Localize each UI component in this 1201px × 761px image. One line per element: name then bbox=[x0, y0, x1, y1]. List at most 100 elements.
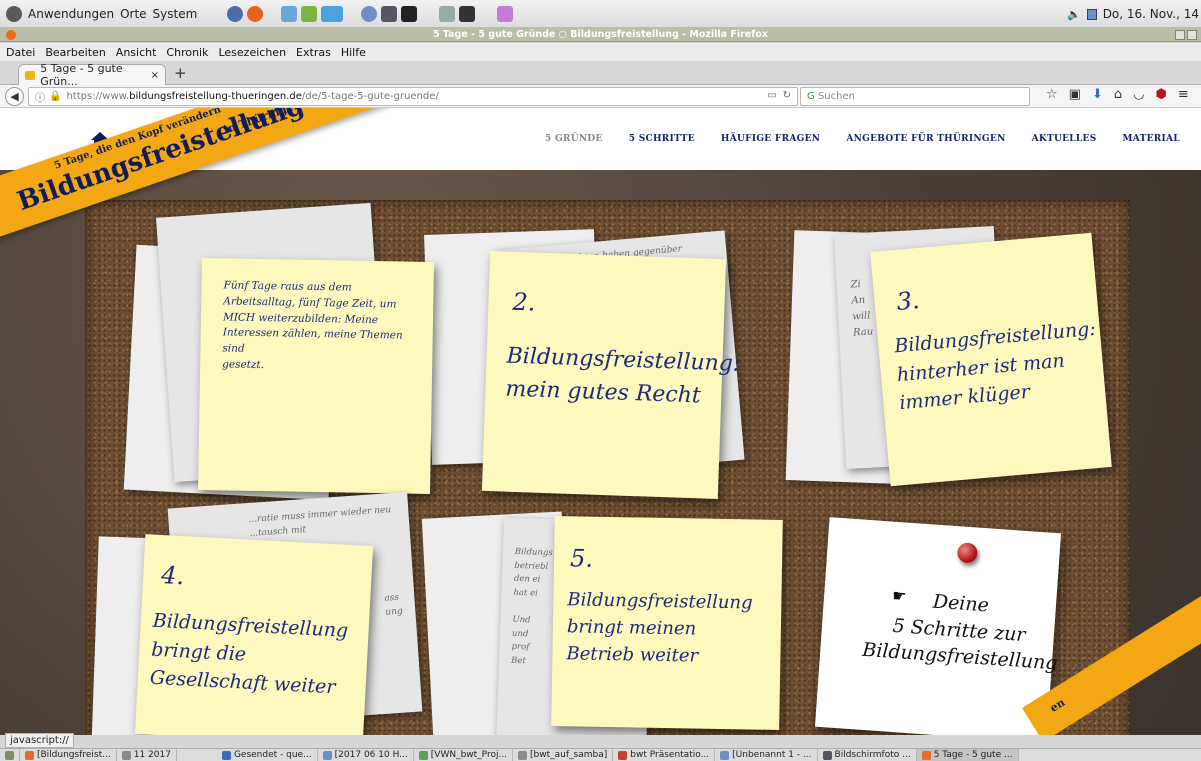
desktop-icon bbox=[5, 750, 14, 760]
url-bar[interactable]: ⓘ 🔒 https://www. bildungsfreistellung-th… bbox=[28, 87, 798, 106]
menu-orte[interactable]: Orte bbox=[120, 7, 146, 21]
minimize-button[interactable] bbox=[1175, 30, 1185, 40]
spreadsheet-launcher-icon[interactable] bbox=[301, 5, 318, 22]
new-tab-button[interactable]: + bbox=[174, 64, 187, 82]
thunderbird-icon bbox=[221, 750, 231, 760]
nav-haeufige-fragen[interactable]: HÄUFIGE FRAGEN bbox=[721, 134, 820, 144]
search-engine-icon[interactable]: G bbox=[807, 91, 815, 102]
taskbar-item-label: [Unbenannt 1 - ... bbox=[732, 750, 812, 760]
folder-icon bbox=[121, 750, 131, 760]
system-panel: Anwendungen Orte System 🔈 Do, 16. Nov., … bbox=[0, 0, 1201, 28]
sticky-note-2[interactable]: 2. Bildungsfreistellung: mein gutes Rech… bbox=[481, 250, 741, 500]
menu-datei[interactable]: Datei bbox=[6, 46, 35, 59]
taskbar-item[interactable]: [VWN_bwt_Proj... bbox=[414, 749, 514, 761]
reload-icon[interactable]: ↻ bbox=[783, 90, 791, 101]
taskbar-item[interactable]: Bildschirmfoto ... bbox=[818, 749, 917, 761]
terminal-launcher-icon[interactable] bbox=[459, 5, 476, 22]
note-4-text: Bildungsfreistellung bringt die Gesellsc… bbox=[149, 609, 349, 699]
menu-ansicht[interactable]: Ansicht bbox=[116, 46, 157, 59]
thunderbird-launcher-icon[interactable] bbox=[227, 5, 244, 22]
launcher-group bbox=[227, 5, 514, 22]
tab-close-icon[interactable]: × bbox=[151, 70, 159, 81]
taskbar-item-label: [2017 06 10 H... bbox=[334, 750, 408, 760]
image-viewer-launcher-icon[interactable] bbox=[281, 5, 298, 22]
desktop: Anwendungen Orte System 🔈 Do, 16. Nov., … bbox=[0, 0, 1201, 761]
url-path: /de/5-tage-5-gute-gruende/ bbox=[301, 91, 439, 102]
nav-material[interactable]: MATERIAL bbox=[1123, 134, 1180, 144]
site-favicon-icon bbox=[25, 70, 36, 80]
folder-icon bbox=[518, 750, 528, 760]
taskbar-item-label: [bwt_auf_samba] bbox=[530, 750, 608, 760]
maximize-button[interactable] bbox=[1187, 30, 1197, 40]
taskbar-item[interactable]: [bwt_auf_samba] bbox=[513, 749, 614, 761]
clock[interactable]: Do, 16. Nov., 14 bbox=[1103, 7, 1199, 21]
clipboard-icon[interactable]: ▣ bbox=[1069, 87, 1081, 102]
reader-view-icon[interactable]: ▭ bbox=[767, 90, 776, 101]
document-icon bbox=[322, 750, 332, 760]
pinboard-background: ...flichten haben gegenüber Zi An will R… bbox=[0, 170, 1201, 735]
url-host: bildungsfreistellung-thueringen.de bbox=[129, 91, 302, 102]
home-icon[interactable]: ⌂ bbox=[1114, 87, 1122, 102]
nav-aktuelles[interactable]: AKTUELLES bbox=[1032, 134, 1097, 144]
window-title-bar: 5 Tage - 5 gute Gründe ○ Bildungsfreiste… bbox=[0, 28, 1201, 42]
window-title: 5 Tage - 5 gute Gründe ○ Bildungsfreiste… bbox=[432, 29, 769, 40]
menu-system[interactable]: System bbox=[153, 7, 198, 21]
hamburger-menu-icon[interactable]: ≡ bbox=[1178, 87, 1189, 102]
menu-anwendungen[interactable]: Anwendungen bbox=[28, 7, 114, 21]
taskbar-item[interactable]: bwt Präsentatio... bbox=[613, 749, 716, 761]
note-5-text: Bildungsfreistellung bringt meinen Betri… bbox=[566, 589, 753, 667]
back-button[interactable]: ◀ bbox=[5, 87, 24, 106]
menu-hilfe[interactable]: Hilfe bbox=[341, 46, 366, 59]
pocket-icon[interactable]: ◡ bbox=[1133, 87, 1144, 102]
paper-scribble: Zi An will Rau bbox=[850, 279, 874, 339]
lock-icon[interactable]: 🔒 bbox=[49, 91, 61, 102]
note-5-number: 5. bbox=[569, 544, 594, 573]
url-tools: ▭ ↻ bbox=[767, 90, 791, 101]
firefox-icon bbox=[25, 750, 34, 760]
tab-active[interactable]: 5 Tage - 5 gute Grün... × bbox=[18, 62, 166, 88]
firefox-launcher-icon[interactable] bbox=[247, 5, 264, 22]
menu-extras[interactable]: Extras bbox=[296, 46, 331, 59]
nav-angebote[interactable]: ANGEBOTE FÜR THÜRINGEN bbox=[846, 134, 1005, 144]
taskbar-item-label: 5 Tage - 5 gute ... bbox=[933, 750, 1013, 760]
taskbar-item-active[interactable]: 5 Tage - 5 gute ... bbox=[916, 749, 1019, 761]
search-input[interactable]: G Suchen bbox=[800, 87, 1030, 106]
menu-bearbeiten[interactable]: Bearbeiten bbox=[45, 46, 105, 59]
taskbar-item[interactable]: [2017 06 10 H... bbox=[318, 749, 414, 761]
sticky-note-1[interactable]: Fünf Tage raus aus dem Arbeitsalltag, fü… bbox=[197, 257, 435, 495]
menu-lesezeichen[interactable]: Lesezeichen bbox=[218, 46, 286, 59]
info-icon[interactable]: ⓘ bbox=[35, 89, 45, 104]
note-3-number: 3. bbox=[895, 286, 921, 316]
settings-launcher-icon[interactable] bbox=[361, 5, 378, 22]
taskbar-item[interactable]: 11 2017 bbox=[117, 749, 177, 761]
sticky-note-4[interactable]: 4. Bildungsfreistellung bringt die Gesel… bbox=[134, 534, 374, 735]
gnome-logo-icon[interactable] bbox=[6, 5, 22, 22]
nav-5-schritte[interactable]: 5 SCHRITTE bbox=[629, 134, 695, 144]
taskbar-item[interactable]: [Bildungsfreist... bbox=[20, 749, 117, 761]
menu-chronik[interactable]: Chronik bbox=[166, 46, 208, 59]
steps-card-text: Deine 5 Schritte zur Bildungsfreistellun… bbox=[861, 590, 1059, 675]
show-desktop-button[interactable] bbox=[0, 749, 20, 761]
network-launcher-icon[interactable] bbox=[381, 5, 398, 22]
steps-card[interactable]: ☛ Deine 5 Schritte zur Bildungsfreistell… bbox=[814, 517, 1062, 735]
taskbar-item-label: [Bildungsfreist... bbox=[37, 750, 111, 760]
volume-icon[interactable]: 🔈 bbox=[1067, 8, 1081, 21]
nav-5-gruende[interactable]: 5 GRÜNDE bbox=[545, 134, 603, 144]
sticky-note-3[interactable]: 3. Bildungsfreistellung: hinterher ist m… bbox=[870, 232, 1112, 487]
sticky-note-5[interactable]: 5. Bildungsfreistellung bringt meinen Be… bbox=[551, 516, 783, 730]
tools-launcher-icon[interactable] bbox=[497, 5, 514, 22]
ublock-icon[interactable]: ⬢ bbox=[1155, 87, 1166, 102]
taskbar-item-label: bwt Präsentatio... bbox=[630, 750, 710, 760]
bookmark-star-icon[interactable]: ☆ bbox=[1046, 87, 1058, 102]
download-icon[interactable]: ⬇ bbox=[1092, 87, 1103, 102]
tab-strip: 5 Tage - 5 gute Grün... × + bbox=[0, 61, 1201, 88]
taskbar-item-label: Bildschirmfoto ... bbox=[834, 750, 911, 760]
taskbar-item[interactable]: Gesendet - que... bbox=[217, 749, 318, 761]
taskbar-item[interactable]: [Unbenannt 1 - ... bbox=[715, 749, 818, 761]
search-placeholder: Suchen bbox=[817, 91, 855, 102]
paper-scribble: ...ratie muss immer wieder neu ...tausch… bbox=[248, 505, 392, 540]
drive-launcher-icon[interactable] bbox=[439, 5, 456, 22]
status-tooltip: javascript:// bbox=[5, 733, 74, 748]
buz-launcher-icon[interactable] bbox=[321, 5, 344, 22]
diamond-launcher-icon[interactable] bbox=[401, 5, 418, 22]
